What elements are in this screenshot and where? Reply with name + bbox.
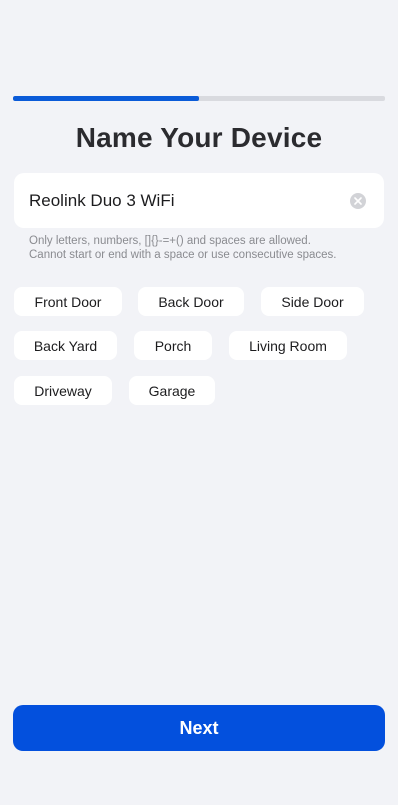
naming-rules-line-2: Cannot start or end with a space or use … <box>29 248 337 261</box>
device-name-input[interactable] <box>29 185 334 216</box>
naming-rules-hint: Only letters, numbers, []{}-=+() and spa… <box>29 235 379 262</box>
progress-bar <box>13 96 385 101</box>
naming-rules-line-1: Only letters, numbers, []{}-=+() and spa… <box>29 235 311 247</box>
suggestion-chip-porch[interactable]: Porch <box>134 331 212 360</box>
device-name-field[interactable] <box>14 173 384 228</box>
progress-bar-fill <box>13 96 199 101</box>
suggestion-chip-back-yard[interactable]: Back Yard <box>14 331 117 360</box>
suggestion-chip-back-door[interactable]: Back Door <box>138 287 244 316</box>
suggestion-chip-front-door[interactable]: Front Door <box>14 287 122 316</box>
close-circle-icon <box>354 197 362 205</box>
suggestion-chip-side-door[interactable]: Side Door <box>261 287 364 316</box>
suggestion-chip-living-room[interactable]: Living Room <box>229 331 347 360</box>
clear-input-button[interactable] <box>350 193 366 209</box>
suggestion-chip-garage[interactable]: Garage <box>129 376 215 405</box>
next-button[interactable]: Next <box>13 705 385 751</box>
suggestion-chip-driveway[interactable]: Driveway <box>14 376 112 405</box>
page-title: Name Your Device <box>75 122 323 153</box>
